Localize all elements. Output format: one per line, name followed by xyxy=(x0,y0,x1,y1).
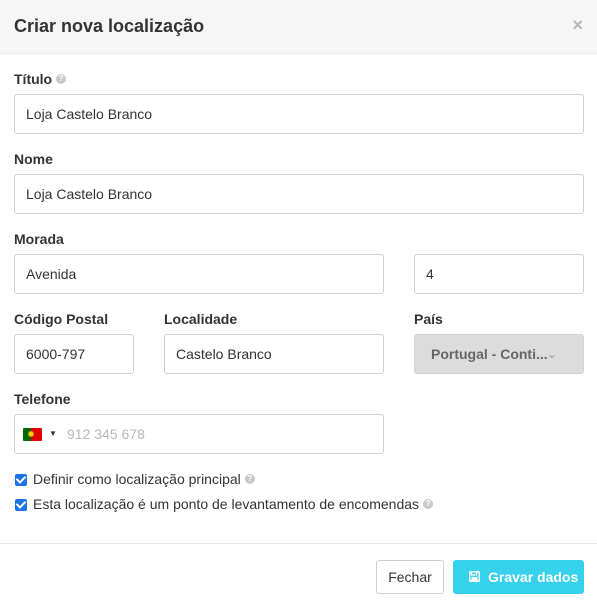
title-label-group: Título? xyxy=(14,71,67,87)
address-number-input[interactable]: 4 xyxy=(414,254,584,294)
country-select[interactable]: Portugal - Conti... ⌄ xyxy=(414,334,584,374)
country-label: País xyxy=(414,311,443,327)
locality-label: Localidade xyxy=(164,311,238,327)
save-button-label: Gravar dados xyxy=(488,569,579,585)
postal-code-input[interactable]: 6000-797 xyxy=(14,334,134,374)
address-label: Morada xyxy=(14,231,64,247)
address-street-input[interactable]: Avenida xyxy=(14,254,384,294)
phone-label: Telefone xyxy=(14,391,71,407)
portugal-flag-icon[interactable] xyxy=(23,428,42,441)
modal-header: Criar nova localização × xyxy=(0,0,597,54)
create-location-modal: Criar nova localização × Título? Loja Ca… xyxy=(0,0,597,607)
name-label: Nome xyxy=(14,151,53,167)
pickup-point-option: Esta localização é um ponto de levantame… xyxy=(33,496,434,512)
main-location-checkbox[interactable] xyxy=(15,474,27,486)
help-icon[interactable]: ? xyxy=(244,474,255,485)
phone-placeholder: 912 345 678 xyxy=(67,426,145,442)
country-select-value: Portugal - Conti... xyxy=(431,346,548,362)
title-input[interactable]: Loja Castelo Branco xyxy=(14,94,584,134)
main-location-label: Definir como localização principal xyxy=(33,471,241,487)
close-button[interactable]: Fechar xyxy=(376,560,444,594)
pickup-point-checkbox[interactable] xyxy=(15,499,27,511)
postal-code-label: Código Postal xyxy=(14,311,109,327)
save-button[interactable]: Gravar dados xyxy=(453,560,584,594)
phone-input[interactable]: ▼ 912 345 678 xyxy=(14,414,384,454)
chevron-down-icon: ⌄ xyxy=(546,347,557,361)
footer-divider xyxy=(0,543,597,544)
name-input[interactable]: Loja Castelo Branco xyxy=(14,174,584,214)
help-icon[interactable]: ? xyxy=(56,74,67,85)
caret-down-icon[interactable]: ▼ xyxy=(49,415,57,453)
title-label: Título xyxy=(14,71,53,87)
main-location-option: Definir como localização principal? xyxy=(33,471,255,487)
close-icon[interactable]: × xyxy=(572,15,583,35)
help-icon[interactable]: ? xyxy=(423,499,434,510)
pickup-point-label: Esta localização é um ponto de levantame… xyxy=(33,496,420,512)
modal-title: Criar nova localização xyxy=(14,16,205,36)
save-icon xyxy=(469,571,480,582)
locality-input[interactable]: Castelo Branco xyxy=(164,334,384,374)
